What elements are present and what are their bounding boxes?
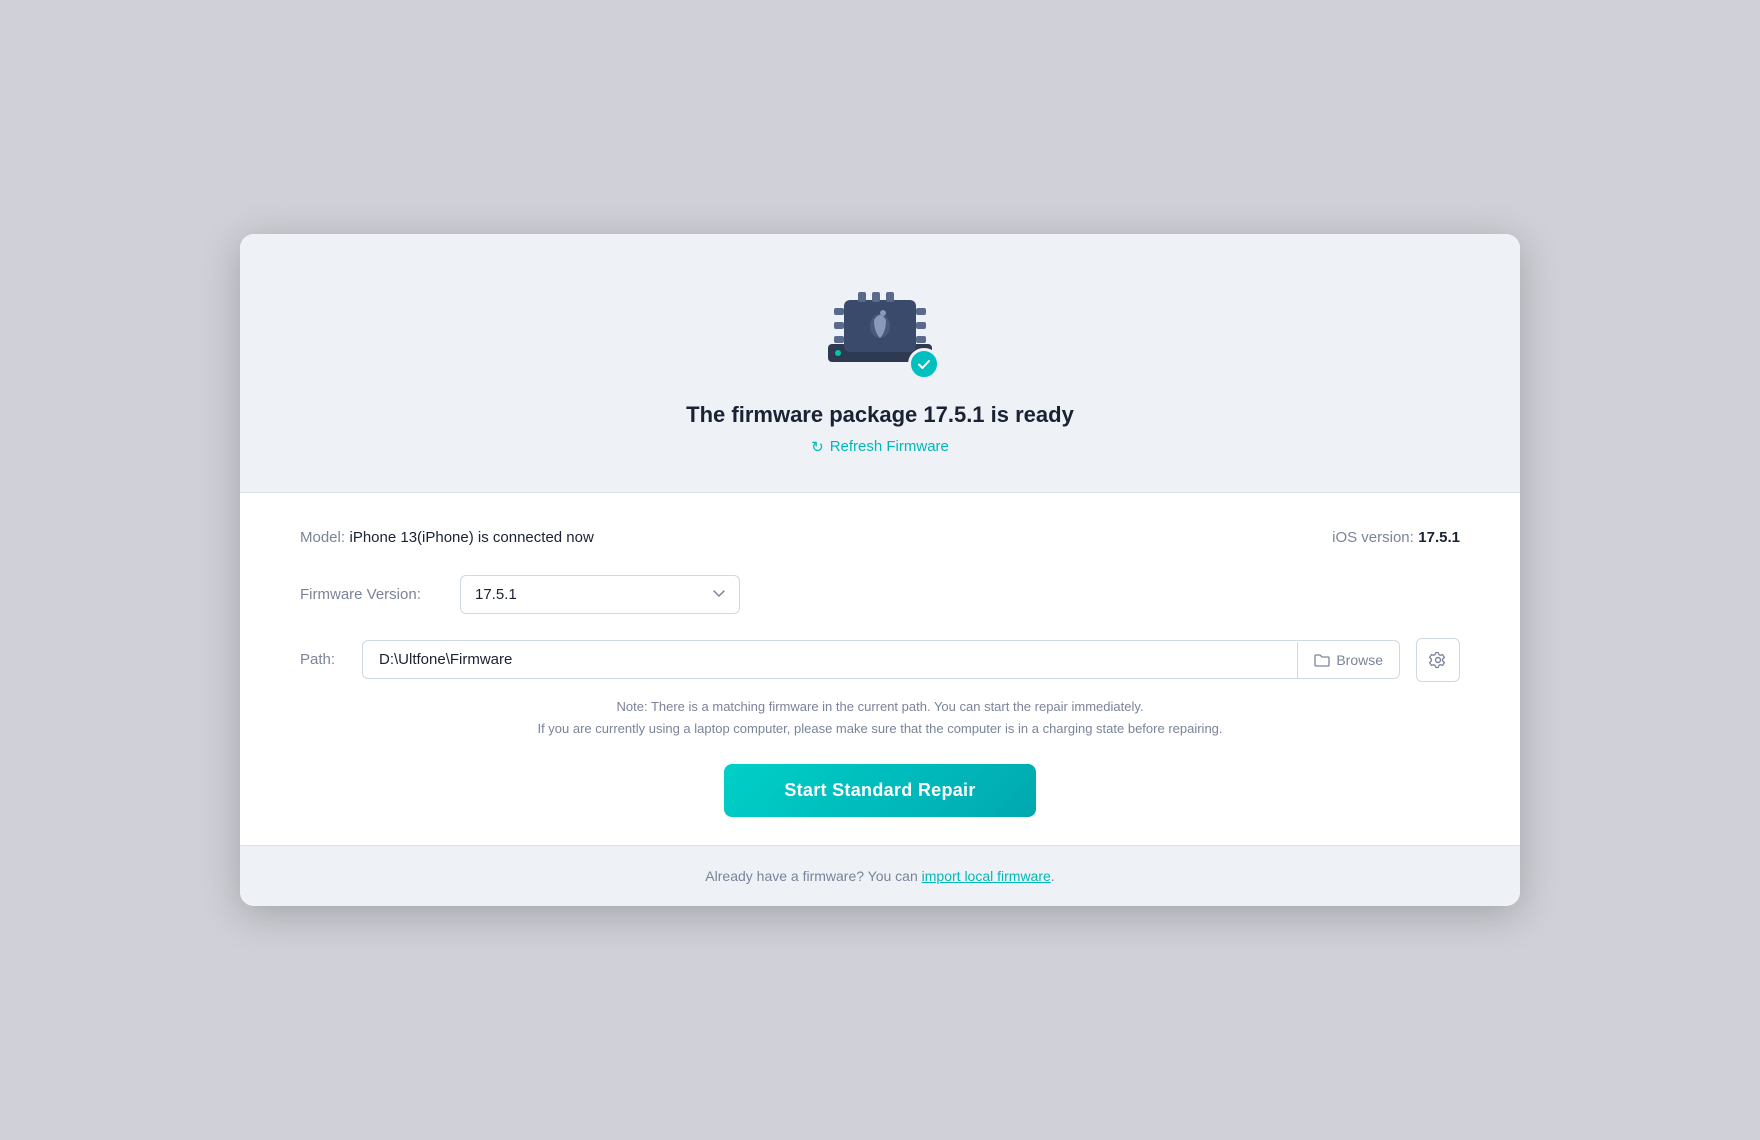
path-row: Path: Browse xyxy=(300,638,1460,682)
hero-title: The firmware package 17.5.1 is ready xyxy=(686,402,1074,428)
note-line2: If you are currently using a laptop comp… xyxy=(537,721,1222,736)
model-value: iPhone 13(iPhone) is connected now xyxy=(349,529,593,546)
main-content: Model: iPhone 13(iPhone) is connected no… xyxy=(240,493,1520,845)
firmware-version-label: Firmware Version: xyxy=(300,586,440,603)
browse-button[interactable]: Browse xyxy=(1297,642,1399,678)
path-input[interactable] xyxy=(363,641,1297,678)
note-text: Note: There is a matching firmware in th… xyxy=(300,696,1460,740)
check-badge xyxy=(908,348,940,380)
footer-text-before: Already have a firmware? You can xyxy=(705,868,921,884)
device-info-row: Model: iPhone 13(iPhone) is connected no… xyxy=(300,529,1460,547)
footer-section: Already have a firmware? You can import … xyxy=(240,845,1520,906)
path-label: Path: xyxy=(300,651,346,668)
gear-icon xyxy=(1429,651,1447,669)
folder-icon xyxy=(1314,653,1330,667)
model-label: Model: xyxy=(300,529,345,546)
hero-section:   The firmware package 17.5.1 is ready… xyxy=(240,234,1520,493)
main-window:   The firmware package 17.5.1 is ready… xyxy=(240,234,1520,906)
device-icon-wrap:   xyxy=(820,282,940,382)
model-info: Model: iPhone 13(iPhone) is connected no… xyxy=(300,529,594,547)
ios-info: iOS version: 17.5.1 xyxy=(1332,529,1460,547)
start-standard-repair-button[interactable]: Start Standard Repair xyxy=(724,764,1035,817)
firmware-version-select[interactable]: 17.5.1 17.5.0 17.4.1 xyxy=(460,575,740,614)
ios-label: iOS version: xyxy=(1332,529,1414,546)
footer-text-after: . xyxy=(1051,868,1055,884)
import-local-firmware-link[interactable]: import local firmware xyxy=(922,868,1051,884)
path-input-wrap: Browse xyxy=(362,640,1400,679)
note-line1: Note: There is a matching firmware in th… xyxy=(617,699,1144,714)
ios-value: 17.5.1 xyxy=(1418,529,1460,546)
refresh-icon: ↻ xyxy=(811,438,824,456)
refresh-firmware-link[interactable]: ↻ Refresh Firmware xyxy=(811,438,949,456)
browse-label: Browse xyxy=(1336,652,1383,668)
firmware-version-row: Firmware Version: 17.5.1 17.5.0 17.4.1 xyxy=(300,575,1460,614)
refresh-label: Refresh Firmware xyxy=(830,438,949,455)
settings-button[interactable] xyxy=(1416,638,1460,682)
